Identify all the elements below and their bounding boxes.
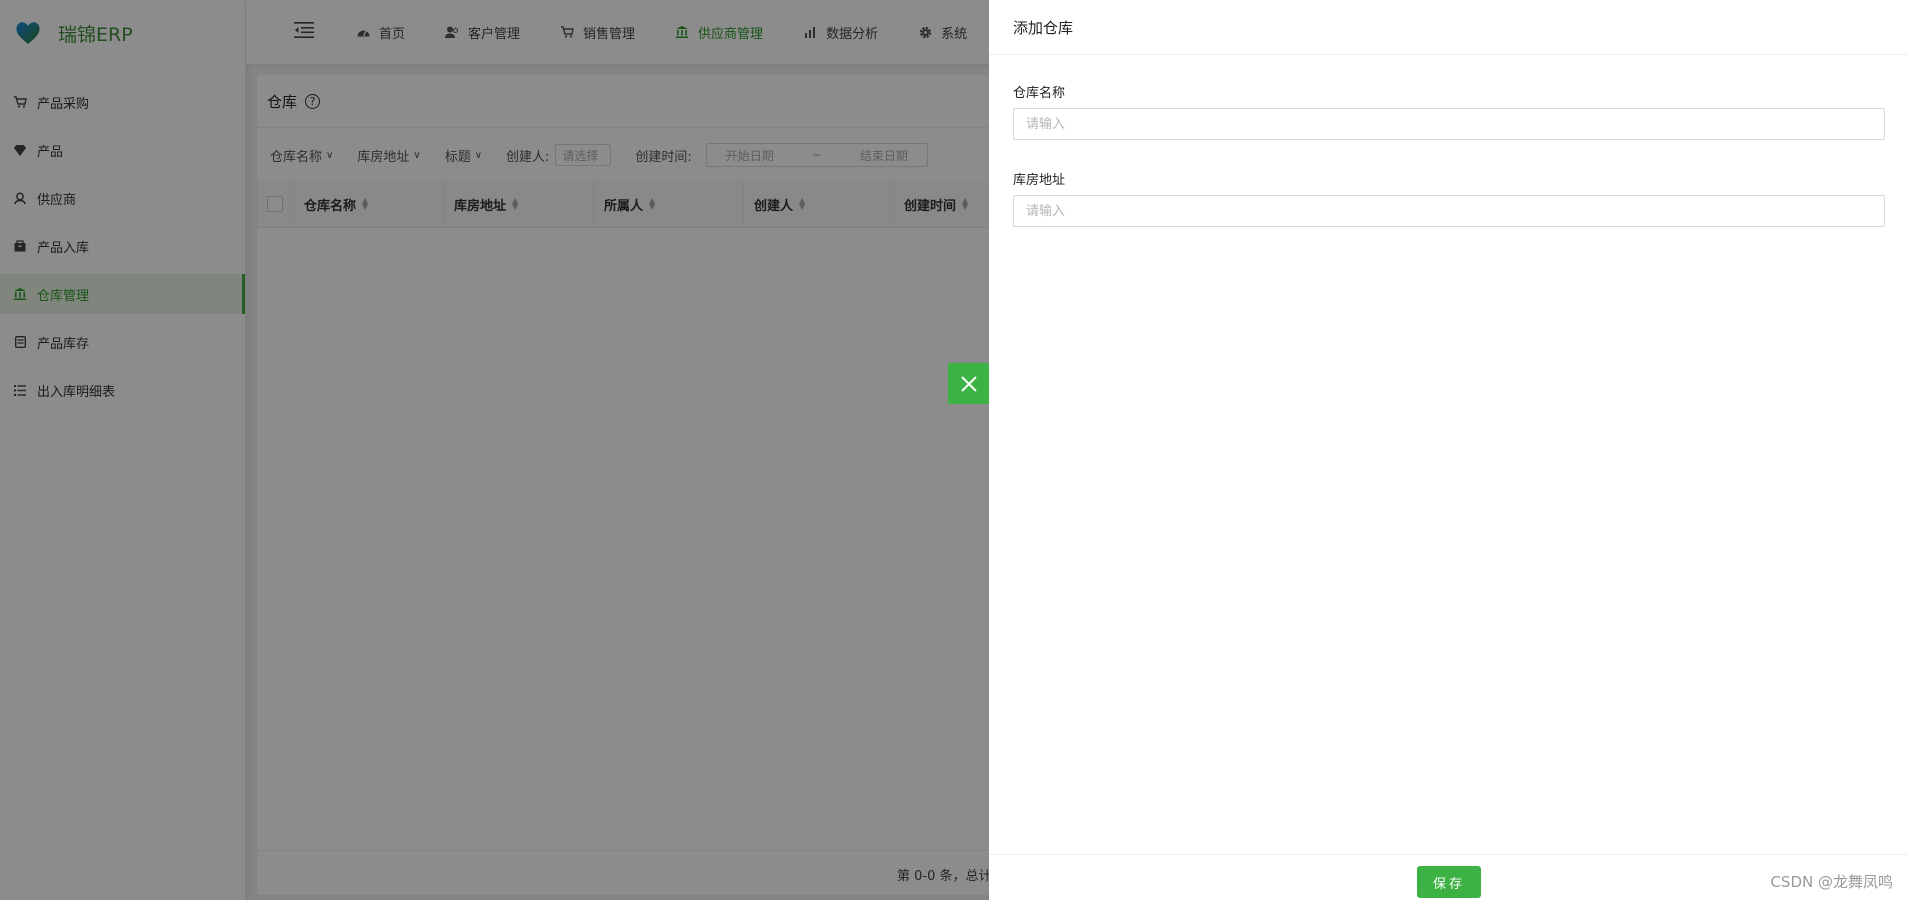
erp-app: 瑞锦ERP 产品采购 产品 供应商 产品入库 仓库管理 产品库存 出入库明细表 … bbox=[0, 0, 1907, 900]
drawer-footer: 保存 bbox=[989, 854, 1907, 900]
add-warehouse-drawer: 添加仓库 仓库名称 库房地址 保存 bbox=[989, 0, 1907, 900]
warehouse-name-input[interactable] bbox=[1013, 108, 1885, 140]
drawer-title: 添加仓库 bbox=[1013, 18, 1074, 37]
drawer-close-button[interactable] bbox=[948, 363, 989, 404]
drawer-header: 添加仓库 bbox=[989, 0, 1907, 55]
save-button[interactable]: 保存 bbox=[1417, 866, 1481, 898]
watermark: CSDN @龙舞凤鸣 bbox=[1770, 873, 1893, 891]
warehouse-name-label: 仓库名称 bbox=[1013, 86, 1066, 101]
warehouse-address-input[interactable] bbox=[1013, 195, 1885, 227]
warehouse-address-label: 库房地址 bbox=[1013, 173, 1066, 188]
close-icon bbox=[960, 375, 977, 392]
